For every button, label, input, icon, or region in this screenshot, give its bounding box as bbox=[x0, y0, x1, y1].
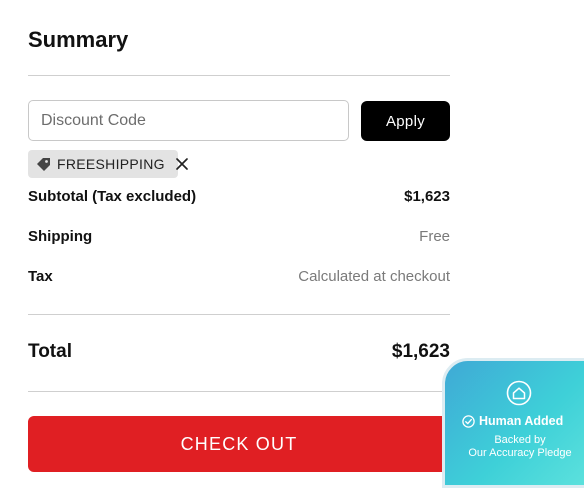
badge-title: Human Added bbox=[462, 414, 563, 428]
applied-discount-code: FREESHIPPING bbox=[57, 156, 165, 172]
summary-title: Summary bbox=[28, 27, 129, 52]
applied-discount-tag: FREESHIPPING bbox=[28, 150, 188, 178]
tax-row: Tax Calculated at checkout bbox=[28, 268, 450, 285]
tax-value: Calculated at checkout bbox=[298, 268, 450, 285]
tag-icon bbox=[36, 157, 51, 171]
total-label: Total bbox=[28, 341, 72, 362]
shipping-row: Shipping Free bbox=[28, 228, 450, 245]
badge-subtitle: Backed by Our Accuracy Pledge bbox=[445, 434, 584, 460]
badge-subtitle-line2: Our Accuracy Pledge bbox=[468, 447, 572, 459]
shipping-value: Free bbox=[419, 228, 450, 245]
check-circle-icon bbox=[462, 414, 475, 428]
subtotal-row: Subtotal (Tax excluded) $1,623 bbox=[28, 188, 450, 205]
divider bbox=[28, 314, 450, 315]
close-icon[interactable] bbox=[175, 157, 189, 171]
accuracy-pledge-badge[interactable]: Human Added Backed by Our Accuracy Pledg… bbox=[442, 358, 584, 488]
house-icon bbox=[506, 380, 532, 406]
checkout-button[interactable]: CHECK OUT bbox=[28, 416, 450, 472]
discount-code-input[interactable] bbox=[28, 100, 349, 141]
apply-button[interactable]: Apply bbox=[361, 101, 450, 141]
badge-subtitle-line1: Backed by bbox=[494, 434, 546, 446]
shipping-label: Shipping bbox=[28, 228, 93, 245]
subtotal-label: Subtotal (Tax excluded) bbox=[28, 188, 197, 205]
summary-panel: Summary Apply FREESHIPPING Subtotal (Tax… bbox=[28, 0, 450, 473]
total-row: Total $1,623 bbox=[28, 341, 450, 363]
subtotal-value: $1,623 bbox=[404, 188, 450, 205]
total-value: $1,623 bbox=[391, 341, 450, 362]
badge-title-text: Human Added bbox=[479, 414, 564, 428]
divider bbox=[28, 75, 450, 76]
tax-label: Tax bbox=[28, 268, 53, 285]
divider bbox=[28, 391, 450, 392]
